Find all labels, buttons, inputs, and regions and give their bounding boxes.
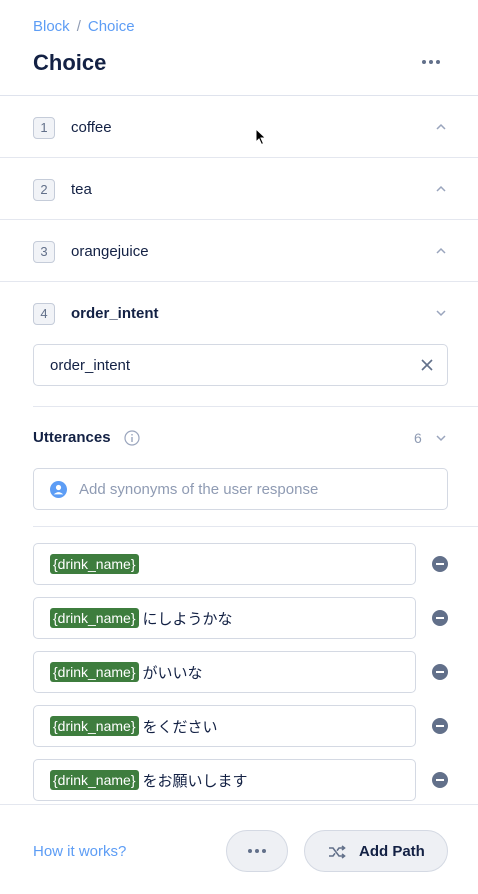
- intent-name-field[interactable]: order_intent: [33, 344, 448, 386]
- path-row-order-intent[interactable]: 4 order_intent: [0, 282, 478, 332]
- breadcrumb-current[interactable]: Choice: [88, 18, 135, 35]
- utterance-text: をお願いします: [142, 772, 248, 790]
- section-divider: [33, 526, 478, 527]
- chevron-down-icon[interactable]: [435, 431, 447, 443]
- path-label: coffee: [71, 119, 112, 136]
- utterance-input[interactable]: {drink_name}: [33, 543, 416, 585]
- utterance-input[interactable]: {drink_name} にしようかな: [33, 597, 416, 639]
- intent-name-value: order_intent: [50, 357, 131, 374]
- path-row-coffee[interactable]: 1 coffee: [0, 96, 478, 158]
- how-it-works-link[interactable]: How it works?: [33, 843, 126, 860]
- path-label: orangejuice: [71, 243, 149, 260]
- more-dots-icon[interactable]: [418, 52, 444, 72]
- remove-icon[interactable]: [432, 556, 448, 572]
- path-row-tea[interactable]: 2 tea: [0, 158, 478, 220]
- path-number: 1: [33, 117, 55, 139]
- path-number: 4: [33, 303, 55, 325]
- utterance-input[interactable]: {drink_name} がいいな: [33, 651, 416, 693]
- remove-icon[interactable]: [432, 718, 448, 734]
- path-label: tea: [71, 181, 92, 198]
- editor-header: Block / Choice Choice: [0, 0, 478, 96]
- slot-tag[interactable]: {drink_name}: [50, 608, 139, 628]
- utterances-count: 6: [414, 430, 422, 446]
- page-title: Choice: [33, 50, 107, 75]
- remove-icon[interactable]: [432, 772, 448, 788]
- path-row-orangejuice[interactable]: 3 orangejuice: [0, 220, 478, 282]
- synonym-placeholder: Add synonyms of the user response: [79, 481, 319, 498]
- chevron-up-icon[interactable]: [435, 183, 447, 195]
- path-label: order_intent: [71, 305, 159, 322]
- add-path-button[interactable]: Add Path: [304, 830, 448, 872]
- chevron-up-icon[interactable]: [435, 121, 447, 133]
- utterance-input[interactable]: {drink_name} をください: [33, 705, 416, 747]
- shuffle-icon: [328, 844, 346, 860]
- user-icon: [50, 481, 67, 498]
- editor-footer: How it works? Add Path: [0, 804, 478, 894]
- path-number: 2: [33, 179, 55, 201]
- breadcrumb-root[interactable]: Block: [33, 18, 70, 35]
- info-icon[interactable]: [124, 430, 140, 446]
- slot-tag[interactable]: {drink_name}: [50, 716, 139, 736]
- remove-icon[interactable]: [432, 610, 448, 626]
- utterance-text: にしようかな: [142, 610, 233, 628]
- utterance-text: をください: [142, 718, 218, 736]
- synonym-input[interactable]: Add synonyms of the user response: [33, 468, 448, 510]
- add-path-label: Add Path: [359, 843, 425, 860]
- utterance-input[interactable]: {drink_name} をお願いします: [33, 759, 416, 801]
- mouse-cursor-icon: [255, 127, 267, 146]
- chevron-up-icon[interactable]: [435, 245, 447, 257]
- utterances-title: Utterances: [33, 429, 111, 446]
- slot-tag[interactable]: {drink_name}: [50, 662, 139, 682]
- breadcrumb: Block / Choice: [33, 18, 135, 35]
- path-number: 3: [33, 241, 55, 263]
- section-divider: [33, 406, 478, 407]
- remove-icon[interactable]: [432, 664, 448, 680]
- chevron-down-icon[interactable]: [435, 307, 447, 319]
- utterance-text: がいいな: [142, 664, 203, 682]
- more-options-button[interactable]: [226, 830, 288, 872]
- slot-tag[interactable]: {drink_name}: [50, 770, 139, 790]
- slot-tag[interactable]: {drink_name}: [50, 554, 139, 574]
- breadcrumb-separator: /: [76, 18, 81, 35]
- close-icon[interactable]: [420, 358, 434, 372]
